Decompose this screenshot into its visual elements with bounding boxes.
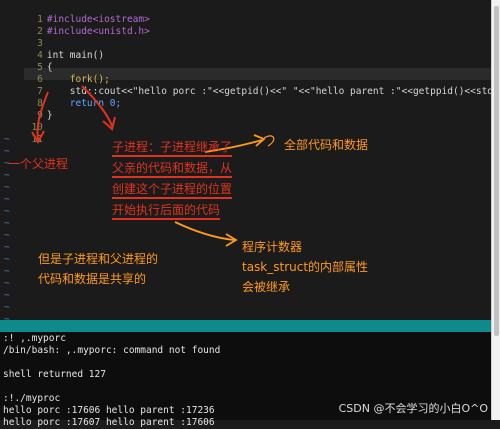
note-shared-line-1: 但是子进程和父进程的 [38,252,159,266]
terminal-line: hello porc :17607 hello parent :17606 [3,417,215,428]
terminal-line: :!./myproc [3,393,61,404]
vertical-scrollbar[interactable] [491,0,500,420]
note-parent-process: 一个父进程 [8,157,69,171]
note-all-code-data: 全部代码和数据 [284,138,369,152]
note-shared-line-2: 代码和数据是共享的 [38,272,147,286]
terminal-line: shell returned 127 [3,369,106,380]
terminal-line: hello porc :17606 hello parent :17236 [3,405,215,416]
scrollbar-thumb[interactable] [494,6,499,336]
note-child-line-1: 子进程：子进程继承了 [112,138,233,157]
note-task-struct: task_struct的内部属性 [242,260,369,274]
note-child-line-4: 开始执行后面的代码 [112,201,221,220]
watermark: CSDN @不会学习的小白O^O [338,402,488,415]
terminal-line: :! ,.myporc [3,333,66,344]
scribble [263,135,275,147]
vim-editor[interactable]: 1 #include<iostream> 2 #include<unistd.h> … [0,0,491,320]
note-child-line-3: 创建这个子进程的位置 [112,180,233,199]
note-program-counter: 程序计数器 [242,240,303,254]
terminal-line: /bin/bash: ,.myporc: command not found [3,345,221,356]
arrow-to-pc [174,221,235,241]
arrow-to-child [81,85,113,127]
vim-status-bar [0,320,491,332]
note-inherited: 会被继承 [242,280,291,294]
note-child-line-2: 父亲的代码和数据，从 [112,159,233,178]
